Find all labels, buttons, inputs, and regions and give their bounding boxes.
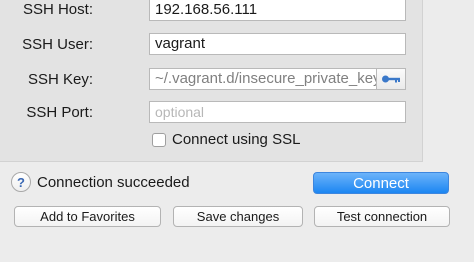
ssh-key-label: SSH Key:: [27, 71, 93, 88]
connect-button[interactable]: Connect: [313, 172, 449, 194]
connection-status: ? Connection succeeded: [11, 172, 190, 192]
ssh-key-field[interactable]: ~/.vagrant.d/insecure_private_key: [149, 68, 377, 90]
ssh-port-field[interactable]: optional: [149, 101, 406, 123]
test-connection-button[interactable]: Test connection: [314, 206, 450, 227]
ssh-user-field[interactable]: vagrant: [149, 33, 406, 55]
save-changes-button[interactable]: Save changes: [173, 206, 303, 227]
ssh-host-label: SSH Host:: [22, 1, 93, 18]
ssh-settings-panel: SSH Host: 192.168.56.111 SSH User: vagra…: [0, 0, 423, 162]
choose-key-button[interactable]: [377, 68, 406, 90]
ssl-checkbox[interactable]: [152, 132, 166, 147]
help-icon[interactable]: ?: [11, 172, 31, 192]
ssl-checkbox-label[interactable]: Connect using SSL: [172, 131, 300, 148]
ssh-port-label: SSH Port:: [26, 104, 93, 121]
ssh-user-label: SSH User:: [22, 36, 93, 53]
status-text: Connection succeeded: [37, 173, 190, 191]
ssl-checkbox-row[interactable]: Connect using SSL: [152, 131, 300, 148]
key-icon: [382, 75, 400, 83]
add-to-favorites-button[interactable]: Add to Favorites: [14, 206, 161, 227]
ssh-host-field[interactable]: 192.168.56.111: [149, 0, 406, 21]
